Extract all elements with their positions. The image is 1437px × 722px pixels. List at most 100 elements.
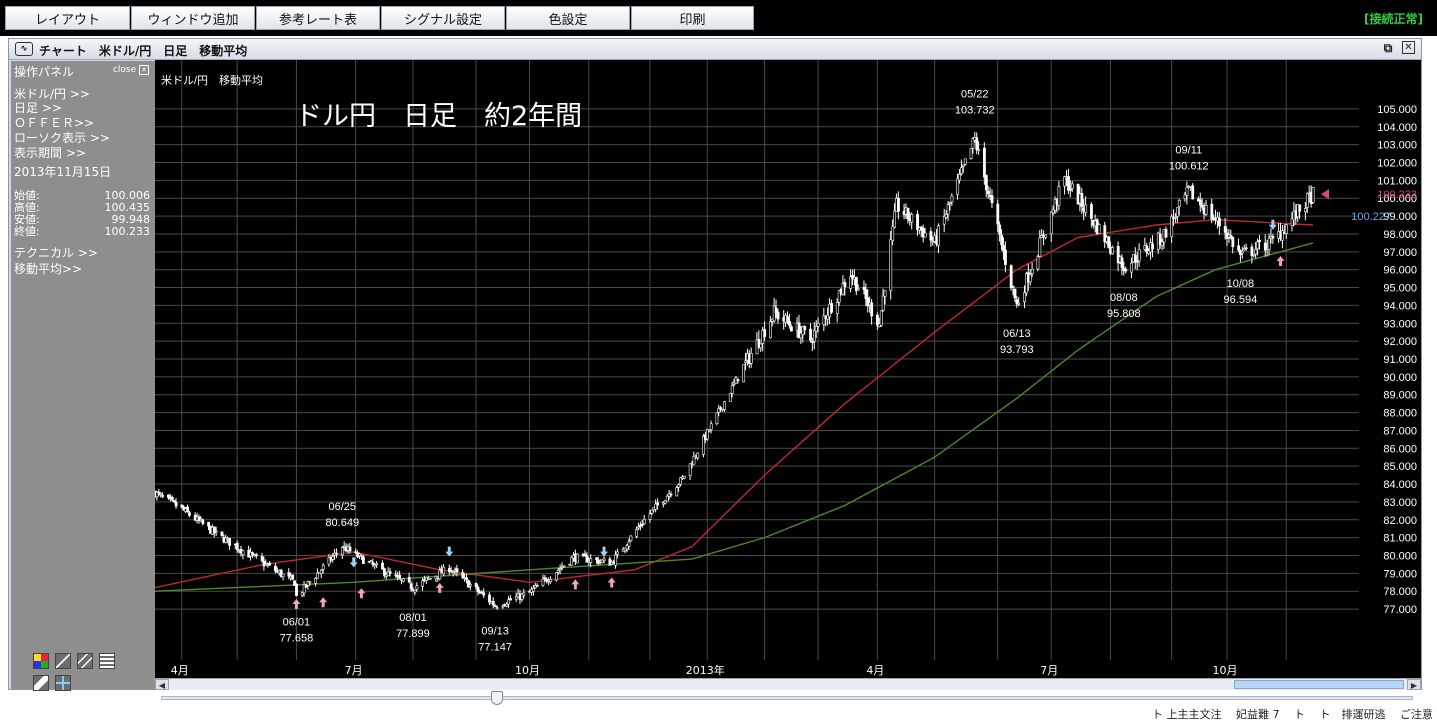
scroll-right-arrow-icon[interactable]: ▶ — [1407, 679, 1421, 690]
parallel-lines-icon[interactable] — [77, 653, 93, 669]
candle-body — [1191, 185, 1195, 200]
y-tick-label: 92.000 — [1383, 336, 1417, 348]
buy-signal-arrow — [1276, 256, 1285, 267]
range-slider-knob[interactable] — [491, 691, 503, 705]
candle-body — [1170, 215, 1174, 237]
moving-average-lines — [155, 218, 1314, 592]
candle-body — [983, 147, 986, 178]
menu-signal-settings-button[interactable]: シグナル設定 — [381, 6, 505, 30]
annotation-date: 08/08 — [1110, 292, 1138, 304]
color-palette-icon[interactable] — [33, 653, 49, 669]
candle-body — [180, 504, 184, 508]
candle-body — [969, 147, 973, 159]
candle-body — [428, 578, 432, 580]
eraser-icon[interactable] — [33, 675, 49, 691]
candle-body — [409, 583, 413, 590]
candle-body — [937, 225, 940, 246]
range-slider[interactable] — [155, 690, 1421, 706]
ohlc-low-row: 安値: 99.948 — [14, 214, 150, 225]
ohlc-high-value: 100.435 — [104, 201, 151, 214]
candle-body — [1097, 224, 1101, 234]
panel-close-button[interactable]: close ✕ — [113, 65, 149, 75]
candle-body — [996, 203, 1000, 225]
popout-icon[interactable]: ⧉ — [1381, 41, 1395, 55]
candle-body — [207, 521, 211, 527]
line-draw-icon[interactable] — [55, 653, 71, 669]
annotation-date: 09/13 — [481, 625, 509, 637]
price-chart[interactable]: 77.000 78.000 79.000 80.000 81.000 82.000 83.0… — [155, 60, 1421, 678]
candle-body — [990, 195, 994, 204]
ohlc-close-row: 終値: 100.233 — [14, 226, 150, 237]
candle-body — [562, 565, 566, 568]
candle-body — [1080, 193, 1084, 207]
candle-body — [543, 577, 547, 579]
candle-body — [696, 452, 700, 459]
y-tick-label: 96.000 — [1383, 265, 1417, 277]
ohlc-high-row: 高値: 100.435 — [14, 202, 150, 213]
candle-body — [946, 204, 950, 215]
candle-body — [331, 556, 335, 560]
candle-body — [814, 326, 818, 332]
menu-color-settings-button[interactable]: 色設定 — [506, 6, 630, 30]
menu-layout-button[interactable]: レイアウト — [5, 6, 130, 30]
ma-value-label: 100.227 — [1351, 211, 1391, 223]
menu-add-window-button[interactable]: ウィンドウ追加 — [131, 6, 255, 30]
y-tick-label: 88.000 — [1383, 408, 1417, 420]
y-tick-label: 98.000 — [1383, 229, 1417, 241]
candle-body — [291, 574, 295, 580]
y-tick-label: 86.000 — [1383, 443, 1417, 455]
candle-body — [1176, 207, 1179, 217]
candle-body — [1009, 265, 1013, 288]
candle-body — [287, 572, 291, 577]
candle-body — [1137, 249, 1141, 262]
candle-body — [214, 530, 218, 533]
panel-link-display-period[interactable]: 表示期間 >> — [14, 144, 86, 161]
candle-body — [381, 562, 384, 570]
candle-body — [665, 495, 669, 502]
candle-body — [864, 289, 868, 299]
candle-body — [640, 523, 644, 526]
ma-short-line — [155, 218, 1314, 589]
scroll-left-arrow-icon[interactable]: ◀ — [155, 679, 169, 690]
panel-link-technical[interactable]: テクニカル >> — [14, 244, 98, 261]
candle-body — [314, 578, 318, 584]
candle-body — [369, 560, 373, 563]
panel-link-moving-average[interactable]: 移動平均>> — [14, 260, 82, 277]
candle-body — [816, 323, 820, 327]
candle-body — [709, 423, 713, 430]
close-icon[interactable]: ✕ — [1402, 41, 1415, 54]
scrollbar-thumb[interactable] — [1234, 680, 1404, 689]
candle-body — [707, 429, 711, 432]
candle-body — [495, 607, 499, 609]
candle-body — [1258, 240, 1261, 242]
candle-body — [891, 225, 895, 241]
candle-body — [274, 565, 277, 572]
y-tick-label: 91.000 — [1383, 354, 1417, 366]
crosshair-icon[interactable] — [55, 675, 71, 691]
candle-body — [715, 412, 719, 424]
range-slider-track — [161, 696, 1413, 700]
candle-body — [468, 584, 472, 587]
candle-body — [558, 568, 562, 571]
candle-body — [656, 502, 660, 506]
candle-body — [786, 316, 790, 323]
annotation-price: 103.732 — [955, 105, 995, 117]
chart-overlay-title: ドル円 日足 約2年間 — [295, 101, 583, 132]
annotation-date: 05/22 — [961, 89, 989, 101]
candle-body — [677, 484, 681, 488]
candle-body — [923, 232, 927, 238]
horizontal-scrollbar[interactable]: ◀ ▶ — [155, 678, 1421, 690]
candle-body — [669, 493, 673, 496]
y-tick-label: 104.000 — [1377, 122, 1417, 134]
candle-body — [170, 496, 174, 501]
x-tick-label: 2013年 — [686, 663, 725, 677]
candle-body — [690, 464, 694, 466]
candle-body — [1174, 217, 1177, 219]
candle-body — [809, 328, 812, 341]
menu-reference-rates-button[interactable]: 参考レート表 — [256, 6, 380, 30]
list-icon[interactable] — [99, 653, 115, 669]
ohlc-close-label: 終値: — [14, 225, 40, 238]
menu-print-button[interactable]: 印刷 — [631, 6, 754, 30]
y-tick-label: 102.000 — [1377, 158, 1417, 170]
candle-body — [1200, 205, 1204, 208]
